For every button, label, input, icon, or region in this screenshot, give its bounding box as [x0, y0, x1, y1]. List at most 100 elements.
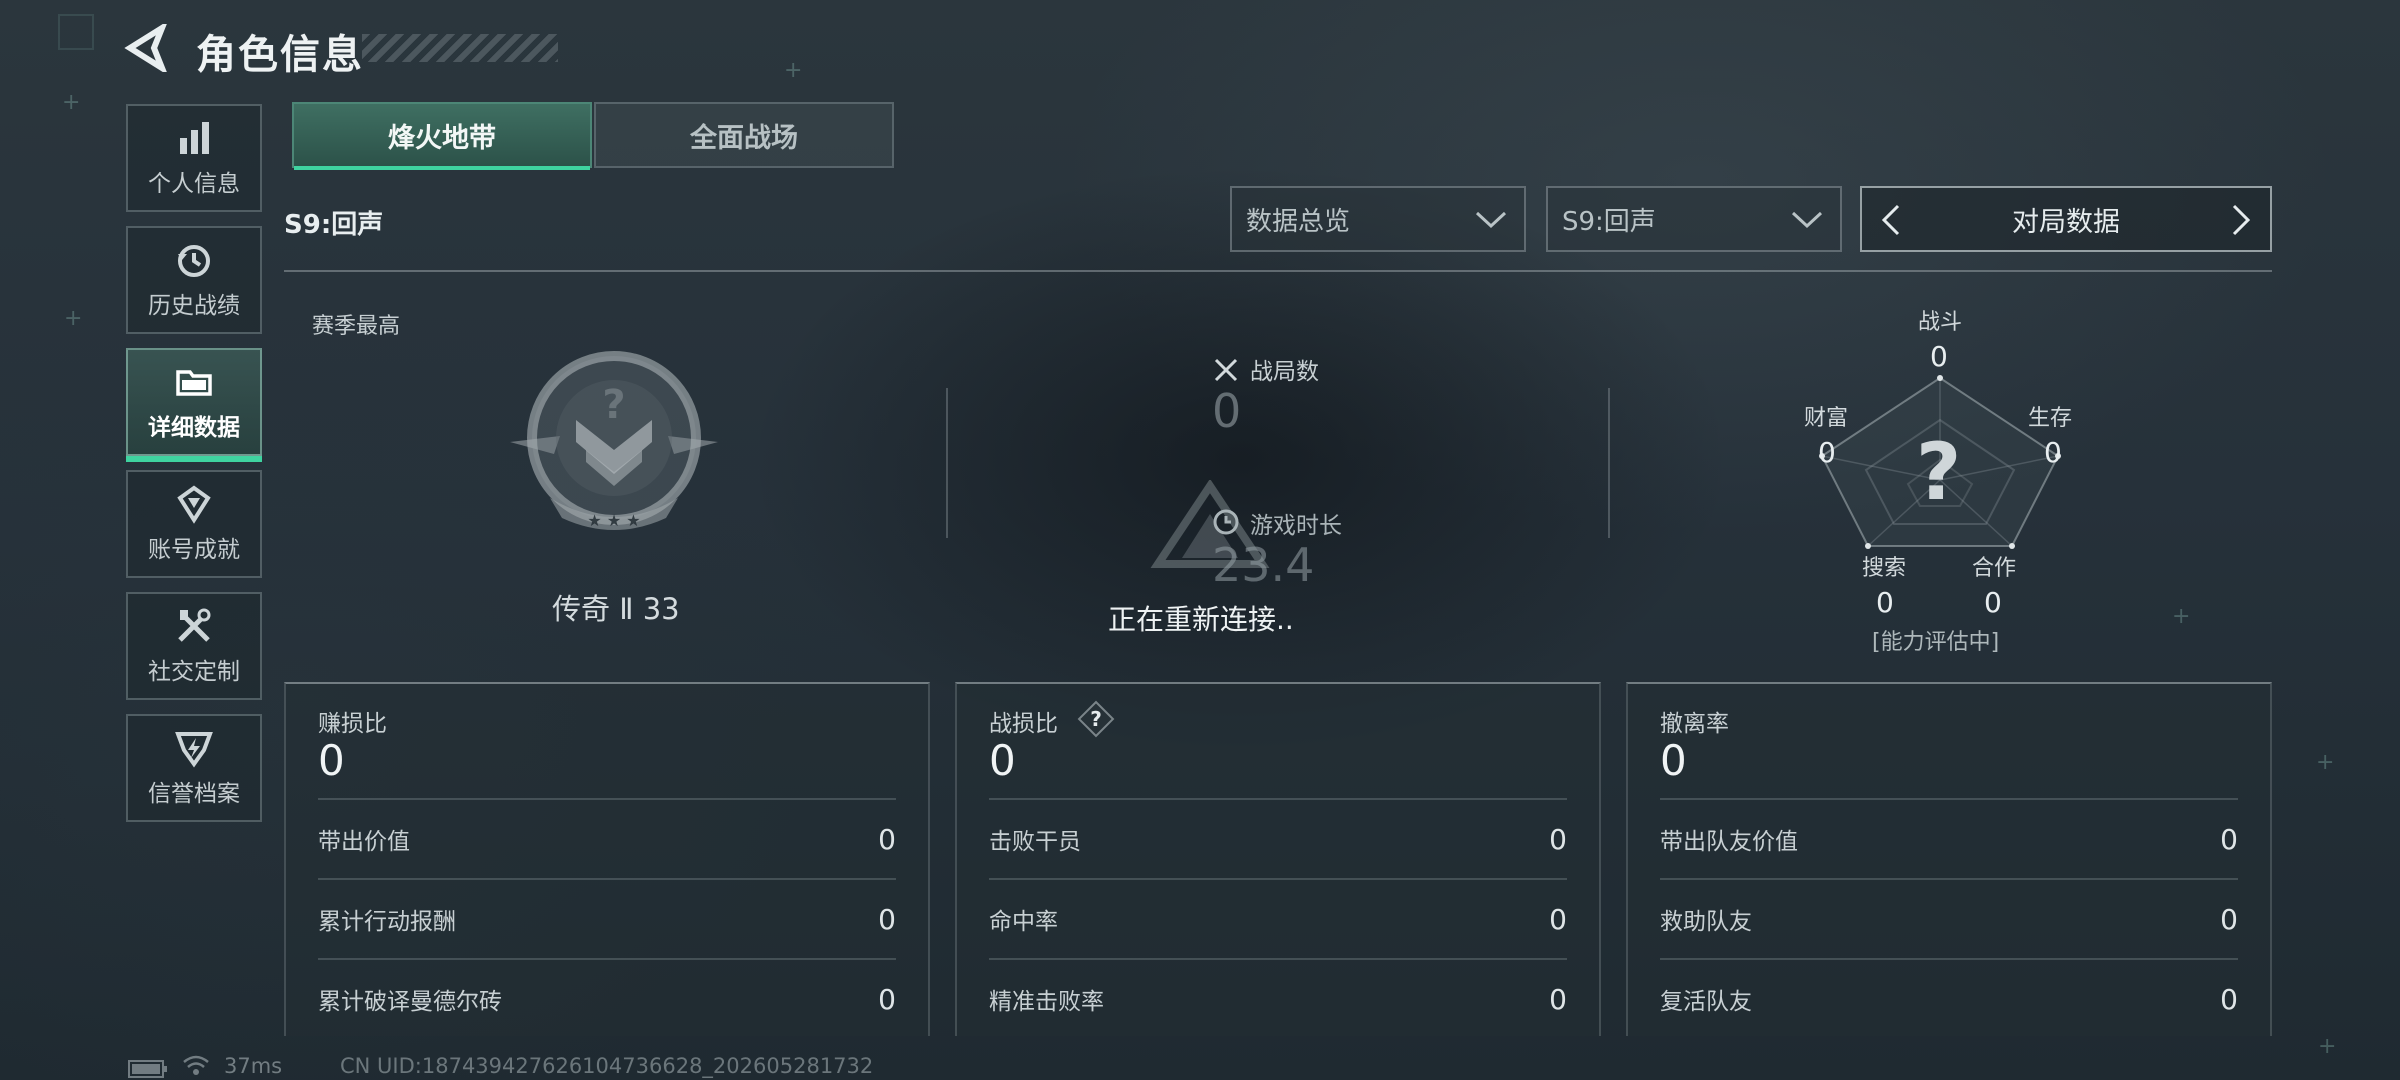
- matches-label: 战局数: [1250, 359, 1319, 385]
- sidebar-item-history[interactable]: 历史战绩: [126, 226, 262, 334]
- sidebar-item-label: 个人信息: [148, 171, 240, 197]
- stat-card-profit: 赚损比 0 带出价值 0 累计行动报酬 0 累计破译曼德尔砖 0: [284, 682, 930, 1036]
- season-dropdown[interactable]: S9:回声: [1546, 186, 1842, 252]
- sidebar-item-achievements[interactable]: 账号成就: [126, 470, 262, 578]
- stat-row-value: 0: [2220, 902, 2238, 936]
- vertical-divider: [946, 388, 948, 538]
- playtime-label: 游戏时长: [1250, 513, 1342, 539]
- tab-firezone[interactable]: 烽火地带: [292, 102, 592, 170]
- back-arrow-icon[interactable]: [124, 24, 168, 72]
- stat-row: 累计行动报酬 0: [318, 878, 896, 958]
- stat-row: 命中率 0: [989, 878, 1567, 958]
- tab-full-battlefield[interactable]: 全面战场: [594, 102, 894, 168]
- sidebar-item-label: 账号成就: [148, 537, 240, 563]
- title-stripes-deco: [362, 34, 558, 62]
- battery-icon: [128, 1060, 167, 1078]
- stat-row-label: 精准击败率: [989, 989, 1104, 1015]
- card-title: 撤离率: [1660, 711, 1729, 737]
- radar-center-mark: ?: [1916, 428, 1962, 518]
- corner-frame-deco: [58, 14, 94, 50]
- tools-icon: [178, 608, 211, 642]
- stat-row: 累计破译曼德尔砖 0: [318, 958, 896, 1038]
- help-icon[interactable]: ?: [1077, 700, 1115, 738]
- sidebar-item-reputation[interactable]: 信誉档案: [126, 714, 262, 822]
- medal-icon: [177, 485, 211, 524]
- ping-readout: 37ms: [224, 1054, 283, 1078]
- stat-row: 击败干员 0: [989, 798, 1567, 878]
- sidebar-item-social[interactable]: 社交定制: [126, 592, 262, 700]
- card-title: 战损比: [989, 711, 1058, 737]
- radar-axis-label: 财富: [1804, 406, 1849, 431]
- sidebar-item-label: 信誉档案: [148, 781, 240, 807]
- playtime-value: 23.4: [1212, 538, 1315, 592]
- plus-deco: +: [64, 306, 83, 331]
- radar-axis-label: 生存: [2028, 406, 2073, 431]
- match-data-pager: 对局数据: [1860, 186, 2272, 252]
- stat-row-value: 0: [1549, 902, 1567, 936]
- rank-emblem-icon: ? ★ ★ ★: [510, 351, 718, 530]
- card-value: 0: [318, 736, 345, 785]
- stat-row-label: 击败干员: [989, 829, 1081, 855]
- radar-axis-value: 0: [1818, 436, 1836, 469]
- svg-text:?: ?: [602, 382, 625, 428]
- data-view-dropdown[interactable]: 数据总览: [1230, 186, 1526, 252]
- plus-deco: +: [784, 58, 803, 83]
- clock-icon: [1213, 509, 1239, 535]
- stat-row-label: 累计行动报酬: [318, 909, 456, 935]
- radar-axis-label: 搜索: [1862, 556, 1907, 581]
- stat-row-value: 0: [878, 982, 896, 1016]
- page-title: 角色信息: [196, 32, 364, 78]
- radar-axis-value: 0: [1876, 586, 1894, 619]
- stat-row-label: 救助队友: [1660, 909, 1752, 935]
- card-title: 赚损比: [318, 711, 387, 737]
- stat-card-kd: 战损比 ? 0 击败干员 0 命中率 0 精准击败率 0: [955, 682, 1601, 1036]
- vertical-divider: [1608, 388, 1610, 538]
- radar-axis-label: 合作: [1972, 556, 2017, 581]
- stat-row-value: 0: [1549, 822, 1567, 856]
- shield-badge-icon: [175, 732, 213, 768]
- sidebar-item-detailed-data[interactable]: 详细数据: [126, 348, 262, 462]
- stat-row-label: 带出队友价值: [1660, 829, 1798, 855]
- stat-row-value: 0: [1549, 982, 1567, 1016]
- pager-label: 对局数据: [2012, 206, 2120, 238]
- crossed-swords-icon: [1214, 358, 1238, 382]
- radar-axis-value: 0: [2044, 436, 2062, 469]
- stat-row-value: 0: [878, 822, 896, 856]
- radar-axis-label: 战斗: [1918, 310, 1963, 335]
- chevron-down-icon: [1791, 211, 1823, 229]
- chevron-right-icon[interactable]: [2226, 202, 2256, 238]
- sidebar-item-profile[interactable]: 个人信息: [126, 104, 262, 212]
- chevron-down-icon: [1475, 211, 1507, 229]
- radar-axis-value: 0: [1984, 586, 2002, 619]
- stat-card-extraction: 撤离率 0 带出队友价值 0 救助队友 0 复活队友 0: [1626, 682, 2272, 1036]
- plus-deco: +: [62, 90, 81, 115]
- user-uid: CN UID:1874394276261047366​28_2026052817…: [340, 1054, 874, 1078]
- reconnect-status: 正在重新连接..: [1108, 603, 1294, 636]
- stat-row: 救助队友 0: [1660, 878, 2238, 958]
- radar-chart: ? 战斗 0 生存 0 合作 0 搜索 0 财富 0: [1780, 300, 2100, 660]
- dropdown-value: S9:回声: [1562, 206, 1656, 237]
- wifi-icon: [183, 1055, 209, 1075]
- stat-row-label: 累计破译曼德尔砖: [318, 989, 502, 1015]
- card-value: 0: [1660, 736, 1687, 785]
- history-icon: [178, 245, 210, 277]
- header-divider: [284, 270, 2272, 272]
- stat-row: 精准击败率 0: [989, 958, 1567, 1038]
- season-best-label: 赛季最高: [312, 314, 401, 339]
- stat-row-label: 带出价值: [318, 829, 410, 855]
- stat-row: 带出价值 0: [318, 798, 896, 878]
- card-value: 0: [989, 736, 1016, 785]
- matches-value: 0: [1212, 384, 1242, 438]
- sidebar-item-label: 历史战绩: [148, 293, 240, 319]
- stat-row: 带出队友价值 0: [1660, 798, 2238, 878]
- chevron-left-icon[interactable]: [1876, 202, 1906, 238]
- rank-text: 传奇 Ⅱ 33: [552, 592, 680, 626]
- dropdown-value: 数据总览: [1246, 206, 1351, 237]
- stat-row-label: 命中率: [989, 909, 1058, 935]
- svg-text:★ ★ ★: ★ ★ ★: [587, 511, 640, 530]
- stat-row: 复活队友 0: [1660, 958, 2238, 1038]
- folder-icon: [176, 370, 212, 396]
- ability-status: [能力评估中]: [1872, 630, 2000, 655]
- plus-deco: +: [2318, 1034, 2337, 1059]
- radar-axis-value: 0: [1930, 340, 1948, 373]
